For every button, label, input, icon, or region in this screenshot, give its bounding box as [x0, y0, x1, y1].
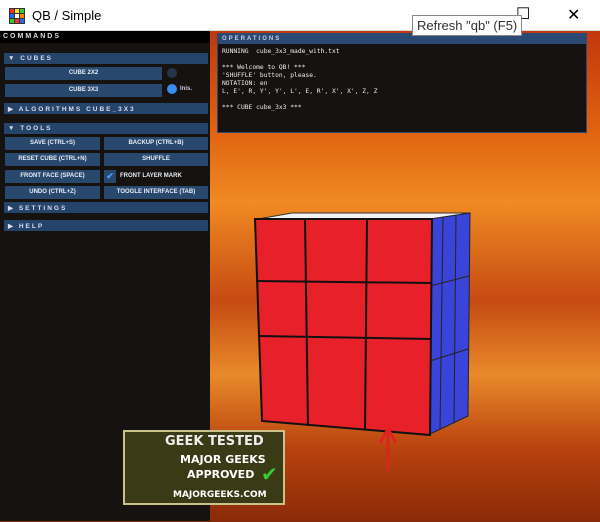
section-label: SETTINGS	[18, 205, 68, 212]
radio-3x3[interactable]	[167, 84, 177, 94]
front-layer-mark-label: FRONT LAYER MARK	[120, 173, 182, 179]
tooltip: Refresh "qb" (F5)	[412, 15, 523, 36]
section-algorithms[interactable]: ▶ ALGORITHMS CUBE_3X3	[4, 103, 208, 114]
app-icon	[9, 8, 25, 24]
section-cubes[interactable]: ▼ CUBES	[4, 53, 208, 64]
close-button[interactable]: ✕	[567, 5, 580, 25]
front-layer-mark-checkbox[interactable]: ✔	[104, 170, 116, 183]
watermark-line: MAJORGEEKS.COM	[173, 490, 267, 500]
operations-log: RUNNING cube_3x3_made_with.txt *** Welco…	[222, 48, 378, 111]
cube-front-face	[253, 218, 434, 437]
section-help[interactable]: ▶ HELP	[4, 220, 208, 231]
backup-button[interactable]: BACKUP (CTRL+B)	[104, 137, 208, 150]
operations-panel: OPERATIONS RUNNING cube_3x3_made_with.tx…	[217, 33, 587, 133]
section-settings[interactable]: ▶ SETTINGS	[4, 202, 208, 213]
majorgeeks-watermark: GEEK TESTED MAJOR GEEKS APPROVED MAJORGE…	[123, 430, 285, 505]
toggle-interface-button[interactable]: TOOGLE INTERFACE (TAB)	[104, 186, 208, 199]
cube-3x3-button[interactable]: CUBE 3X3	[5, 84, 162, 97]
radio-2x2[interactable]	[167, 68, 177, 78]
cube-2x2-button[interactable]: CUBE 2X2	[5, 67, 162, 80]
check-icon: ✔	[261, 462, 278, 486]
cube-right-face	[427, 212, 471, 436]
watermark-line: MAJOR GEEKS	[180, 453, 266, 466]
window-title: QB / Simple	[32, 8, 102, 23]
section-label: ALGORITHMS CUBE_3X3	[18, 106, 136, 113]
section-label: HELP	[18, 223, 45, 230]
section-label: TOOLS	[20, 125, 53, 132]
operations-title: OPERATIONS	[218, 34, 586, 44]
watermark-line: GEEK TESTED	[165, 434, 264, 449]
watermark-line: APPROVED	[187, 468, 255, 481]
section-tools[interactable]: ▼ TOOLS	[4, 123, 208, 134]
section-label: CUBES	[20, 55, 54, 62]
radio-label: Inis.	[180, 86, 193, 92]
shuffle-button[interactable]: SHUFFLE	[104, 153, 208, 166]
save-button[interactable]: SAVE (CTRL+S)	[5, 137, 100, 150]
undo-button[interactable]: UNDO (CTRL+Z)	[5, 186, 100, 199]
commands-title: COMMANDS	[0, 31, 210, 43]
reset-cube-button[interactable]: RESET CUBE (CTRL+N)	[5, 153, 100, 166]
front-face-button[interactable]: FRONT FACE (SPACE)	[5, 170, 100, 183]
title-bar: QB / Simple ☐ ✕ Refresh "qb" (F5)	[0, 0, 600, 36]
arrow-up-icon	[378, 425, 398, 471]
